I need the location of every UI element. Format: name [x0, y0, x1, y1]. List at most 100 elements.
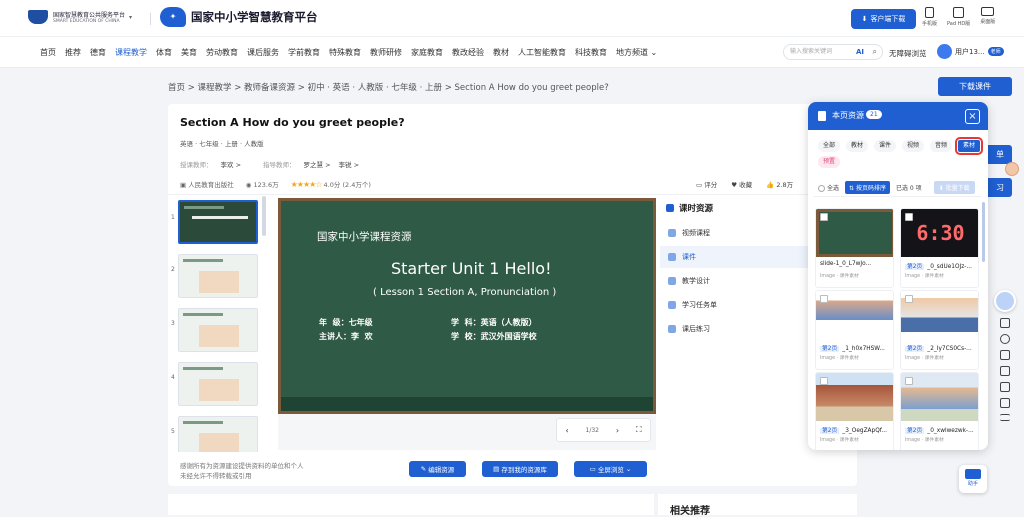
lecturer-link[interactable]: 李欢 > — [221, 159, 242, 169]
heart-icon: ♥ — [731, 181, 738, 189]
help-icon[interactable] — [1000, 334, 1010, 344]
fullscreen-browse-button[interactable]: ▭ 全屏浏览 ⌄ — [574, 461, 647, 477]
home-icon[interactable] — [1000, 318, 1010, 328]
copy-icon[interactable] — [1000, 366, 1010, 376]
resource-card-item[interactable]: slide-1_0_L7wJo... Image · 课件素材 — [815, 208, 894, 288]
fullscreen-icon[interactable]: ⛶ — [636, 425, 642, 435]
resource-checkbox[interactable] — [905, 295, 913, 303]
platform-logo[interactable]: 国家智慧教育公共服务平台 SMART EDUCATION OF CHINA ▾ — [28, 10, 132, 24]
site-logo[interactable]: ✦ 国家中小学智慧教育平台 — [160, 7, 318, 27]
related-header: 相关推荐 — [658, 494, 857, 517]
device-pad[interactable]: Pad HD版 — [947, 7, 970, 27]
slide-thumbnail[interactable] — [178, 308, 258, 352]
nav-item[interactable]: 教师研修 — [370, 47, 402, 58]
player-controls: ‹ 1/32 › ⛶ — [556, 418, 651, 442]
slide-info-right: 学 科：英语（人教版） 学 校：武汉外国语学校 — [451, 318, 537, 341]
resource-card-item[interactable]: 6:30 第2页 _0_sdUe1OJz-... Image · 课件素材 — [900, 208, 979, 288]
breadcrumb[interactable]: 首页 > 课程教学 > 教师备课资源 > 初中 · 英语 · 人教版 · 七年级… — [168, 81, 609, 93]
rate-button[interactable]: ▭ 评分 — [696, 179, 717, 189]
slide-thumbnail-selected[interactable] — [178, 200, 258, 244]
slide-thumbnail[interactable] — [178, 254, 258, 298]
nav-item[interactable]: 科技教育 — [575, 47, 607, 58]
nav-item[interactable]: 教改经验 — [452, 47, 484, 58]
site-logo-icon: ✦ — [160, 7, 186, 27]
nav-item-local[interactable]: 地方频道 ⌄ — [616, 47, 657, 58]
resource-card-item[interactable]: 第2页 _3_OegZApQf... Image · 课件素材 — [815, 372, 894, 450]
batch-download-button[interactable]: ⬇ 批量下载 — [933, 181, 975, 194]
side-tab[interactable]: 单 — [988, 145, 1012, 164]
nav-item-active[interactable]: 课程教学 — [115, 47, 147, 58]
select-all-checkbox[interactable]: 全选 — [818, 183, 839, 192]
favorite-button[interactable]: ♥ 收藏 — [731, 179, 752, 189]
batch-download-label: 批量下载 — [945, 185, 970, 192]
like-button[interactable]: 👍 2.8万 — [766, 179, 793, 189]
drawer-scrollbar[interactable] — [982, 202, 985, 262]
menu-icon[interactable] — [1000, 414, 1010, 421]
filter-tab-all[interactable]: 全部 — [818, 140, 841, 152]
accessibility-link[interactable]: 无障碍浏览 — [889, 48, 927, 59]
save-label: 存到我的资源库 — [501, 466, 547, 474]
filter-tab-material[interactable]: 素材 — [954, 137, 984, 155]
nav-item[interactable]: 课后服务 — [247, 47, 279, 58]
feedback-icon[interactable] — [1000, 398, 1010, 408]
nav-item[interactable]: 首页 — [40, 47, 56, 58]
resource-checkbox[interactable] — [820, 295, 828, 303]
device-label: 桌面版 — [980, 19, 996, 25]
client-download-button[interactable]: ⬇ 客户端下载 — [851, 9, 916, 29]
guide-link[interactable]: 李锐 > — [339, 159, 360, 169]
search-icon[interactable]: ⌕ — [873, 45, 877, 59]
side-tab[interactable]: 习 — [988, 178, 1012, 197]
resource-card-item[interactable]: 第2页 _1_h0x7HSW... Image · 课件素材 — [815, 290, 894, 370]
thumb-up-icon: 👍 — [766, 181, 775, 189]
save-to-library-button[interactable]: ▤ 存到我的资源库 — [482, 461, 558, 477]
resource-checkbox[interactable] — [820, 213, 828, 221]
filter-tab-audio[interactable]: 音频 — [930, 140, 953, 152]
nav-item[interactable]: 推荐 — [65, 47, 81, 58]
nav-item[interactable]: 学前教育 — [288, 47, 320, 58]
mascot-avatar[interactable] — [1005, 162, 1019, 176]
close-icon[interactable]: × — [965, 109, 980, 124]
device-mobile[interactable]: 手机版 — [922, 7, 937, 27]
device-desktop[interactable]: 桌面版 — [980, 7, 995, 27]
resource-card-item[interactable]: 第2页 _2_Iy7CS0Cs-... Image · 课件素材 — [900, 290, 979, 370]
resource-checkbox[interactable] — [905, 213, 913, 221]
resource-card-item[interactable]: 第2页 _0_xwlwezwk-... Image · 课件素材 — [900, 372, 979, 450]
robot-assistant-icon[interactable] — [994, 290, 1016, 312]
thumbnails-scrollbar[interactable] — [262, 196, 266, 236]
page-tag: 第2页 — [905, 428, 925, 434]
sort-by-page-button[interactable]: ⇅ 按页码排序 — [845, 181, 890, 194]
design-icon — [668, 277, 676, 285]
user-menu[interactable]: 用户13... 老师 — [937, 44, 1004, 59]
filter-tab-preset[interactable]: 预置 — [818, 156, 841, 168]
nav-item[interactable]: 美育 — [181, 47, 197, 58]
resource-checkbox[interactable] — [820, 377, 828, 385]
guide-link[interactable]: 罗之慧 > — [304, 159, 331, 169]
edit-resource-button[interactable]: ✎ 编辑资源 — [409, 461, 466, 477]
slide-thumbnail[interactable] — [178, 416, 258, 452]
nav-item[interactable]: 德育 — [90, 47, 106, 58]
prev-page-icon[interactable]: ‹ — [565, 426, 568, 435]
assistant-button[interactable]: 助手 — [959, 465, 987, 493]
nav-item[interactable]: 劳动教育 — [206, 47, 238, 58]
ai-search-icon[interactable]: AI — [856, 45, 864, 59]
chevron-down-icon[interactable]: ▾ — [129, 14, 132, 21]
nav-item[interactable]: 特殊教育 — [329, 47, 361, 58]
drawer-title: 本页资源 — [832, 111, 864, 120]
nav-item[interactable]: 体育 — [156, 47, 172, 58]
nav-item[interactable]: 家庭教育 — [411, 47, 443, 58]
filter-tab-video[interactable]: 视频 — [902, 140, 925, 152]
next-page-icon[interactable]: › — [616, 426, 619, 435]
resource-checkbox[interactable] — [905, 377, 913, 385]
nav-item[interactable]: 人工智能教育 — [518, 47, 566, 58]
filter-tab-textbook[interactable]: 教材 — [846, 140, 869, 152]
slide-chalkboard[interactable]: 国家中小学课程资源 Starter Unit 1 Hello! ( Lesson… — [278, 198, 656, 414]
filter-tab-courseware[interactable]: 课件 — [874, 140, 897, 152]
download-course-button[interactable]: 下载课件 — [938, 77, 1012, 96]
sort-icon: ⇅ — [849, 185, 855, 192]
search-input[interactable]: 输入搜索关键词 AI ⌕ — [783, 44, 883, 60]
avatar — [937, 44, 952, 59]
slide-thumbnail[interactable] — [178, 362, 258, 406]
nav-item[interactable]: 教材 — [493, 47, 509, 58]
cube-icon[interactable] — [1000, 350, 1010, 360]
document-icon[interactable] — [1000, 382, 1010, 392]
